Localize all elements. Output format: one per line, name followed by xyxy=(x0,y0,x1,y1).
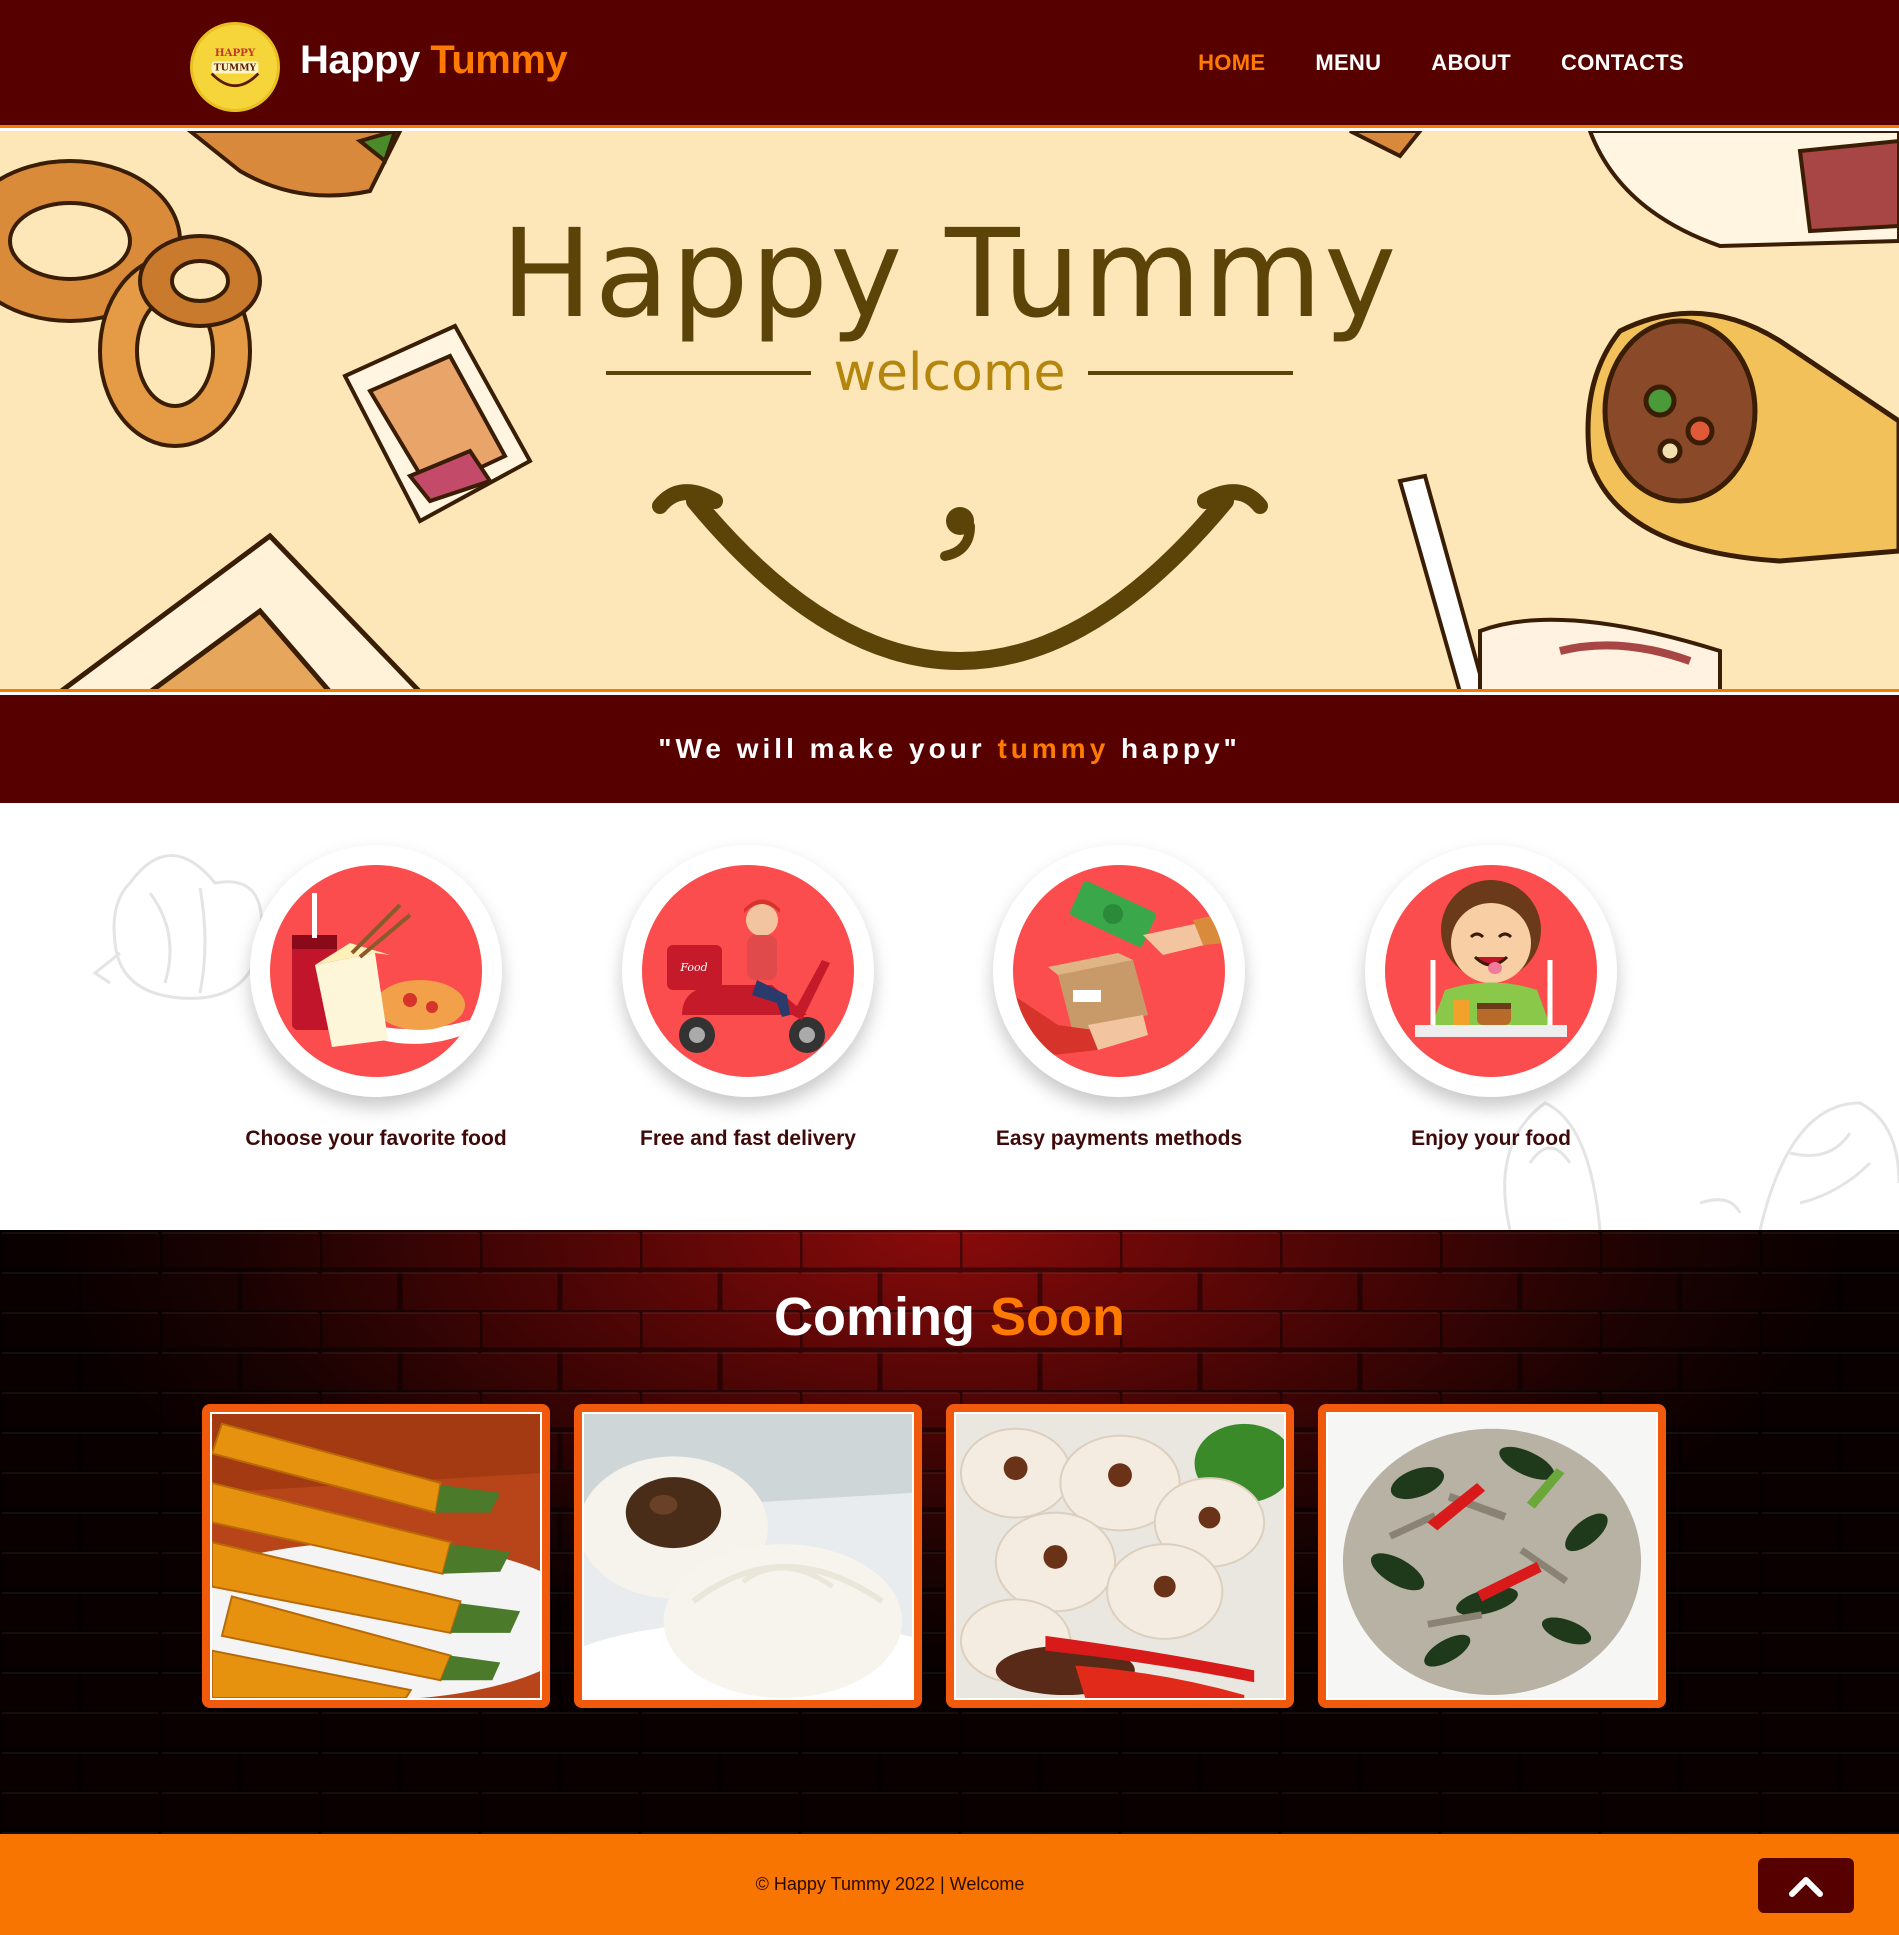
feature-icon-disc xyxy=(270,865,482,1077)
delivery-scooter-icon: Food xyxy=(667,899,830,1053)
hero-divider-right xyxy=(1087,371,1293,375)
feature-icon-ring xyxy=(1365,845,1617,1097)
svg-text:TUMMY: TUMMY xyxy=(214,63,257,74)
coming-soon-card[interactable] xyxy=(574,1404,922,1708)
parsley-sketch-right xyxy=(1699,1101,1899,1230)
hero-welcome-row: welcome xyxy=(0,343,1899,403)
food-choice-icon xyxy=(292,893,475,1047)
smiley-logo-icon: HAPPY TUMMY xyxy=(197,29,273,105)
tagline-accent: tummy xyxy=(997,733,1110,764)
fried-chili-rolls-photo xyxy=(212,1414,540,1698)
tagline-open: "We will make your xyxy=(658,733,998,764)
feature-easy-payment: Easy payments methods xyxy=(969,845,1269,1151)
tagline-banner: "We will make your tummy happy" xyxy=(0,695,1899,803)
hero-title: Happy Tummy xyxy=(500,203,1399,345)
feature-icon-disc xyxy=(1385,865,1597,1077)
feature-icon-ring: Food xyxy=(622,845,874,1097)
coming-soon-card[interactable] xyxy=(946,1404,1294,1708)
pizza-slice-doodle xyxy=(59,532,421,689)
feature-icon-disc xyxy=(1013,865,1225,1077)
siomai-dumplings-photo xyxy=(956,1414,1284,1698)
hero-divider-left xyxy=(606,371,812,375)
coming-soon-section: Coming Soon xyxy=(0,1230,1899,1834)
coming-soon-photo xyxy=(1326,1412,1658,1700)
site-header: HAPPY TUMMY Happy Tummy HOME MENU ABOUT … xyxy=(0,0,1899,128)
nav-contacts[interactable]: CONTACTS xyxy=(1561,50,1684,76)
vegetable-salad-photo xyxy=(1328,1414,1656,1698)
site-footer: © Happy Tummy 2022 | Welcome xyxy=(0,1834,1899,1935)
payment-exchange-icon xyxy=(1013,881,1225,1055)
coming-soon-title-part2: Soon xyxy=(990,1287,1125,1347)
coming-soon-photo xyxy=(582,1412,914,1700)
copyright-text: © Happy Tummy 2022 | Welcome xyxy=(755,1874,1025,1894)
wrap-doodle-top-left xyxy=(186,131,403,198)
smile-icon xyxy=(652,484,1268,670)
hero-banner: Happy Tummy welcome xyxy=(0,131,1899,692)
feature-icon-ring xyxy=(993,845,1245,1097)
feature-icon-disc: Food xyxy=(642,865,854,1077)
feature-enjoy-food: Enjoy your food xyxy=(1341,845,1641,1151)
nav-home[interactable]: HOME xyxy=(1198,50,1265,76)
steamed-buns-photo xyxy=(584,1414,912,1698)
feature-fast-delivery: Food Free and fast delivery xyxy=(598,845,898,1151)
feature-label: Choose your favorite food xyxy=(245,1127,507,1150)
logo-badge[interactable]: HAPPY TUMMY xyxy=(190,22,280,112)
happy-eater-icon xyxy=(1415,880,1567,1037)
tagline-close: happy" xyxy=(1109,733,1241,764)
nav-menu[interactable]: MENU xyxy=(1315,50,1381,76)
main-nav: HOME MENU ABOUT CONTACTS xyxy=(1198,50,1684,76)
coming-soon-card[interactable] xyxy=(1318,1404,1666,1708)
coming-soon-title-part1: Coming xyxy=(774,1287,975,1347)
svg-text:Food: Food xyxy=(679,961,707,974)
feature-label: Enjoy your food xyxy=(1411,1127,1571,1150)
feature-label: Easy payments methods xyxy=(995,1127,1243,1150)
coming-soon-photo xyxy=(954,1412,1286,1700)
coming-soon-photo xyxy=(210,1412,542,1700)
coming-soon-card[interactable] xyxy=(202,1404,550,1708)
brand-part-1: Happy xyxy=(300,38,420,82)
nav-about[interactable]: ABOUT xyxy=(1431,50,1511,76)
features-section: Choose your favorite food Food Free and … xyxy=(0,803,1899,1230)
svg-text:HAPPY: HAPPY xyxy=(215,47,256,59)
feature-choose-food: Choose your favorite food xyxy=(226,845,526,1151)
coming-soon-title: Coming Soon xyxy=(0,1286,1899,1348)
feature-icon-ring xyxy=(250,845,502,1097)
feature-label: Free and fast delivery xyxy=(640,1127,856,1150)
chevron-up-icon xyxy=(1789,1876,1823,1897)
brand-part-2: Tummy xyxy=(430,38,568,82)
hero-subtitle: welcome xyxy=(833,343,1066,403)
back-to-top-button[interactable] xyxy=(1758,1858,1854,1913)
brand-name[interactable]: Happy Tummy xyxy=(300,38,568,83)
